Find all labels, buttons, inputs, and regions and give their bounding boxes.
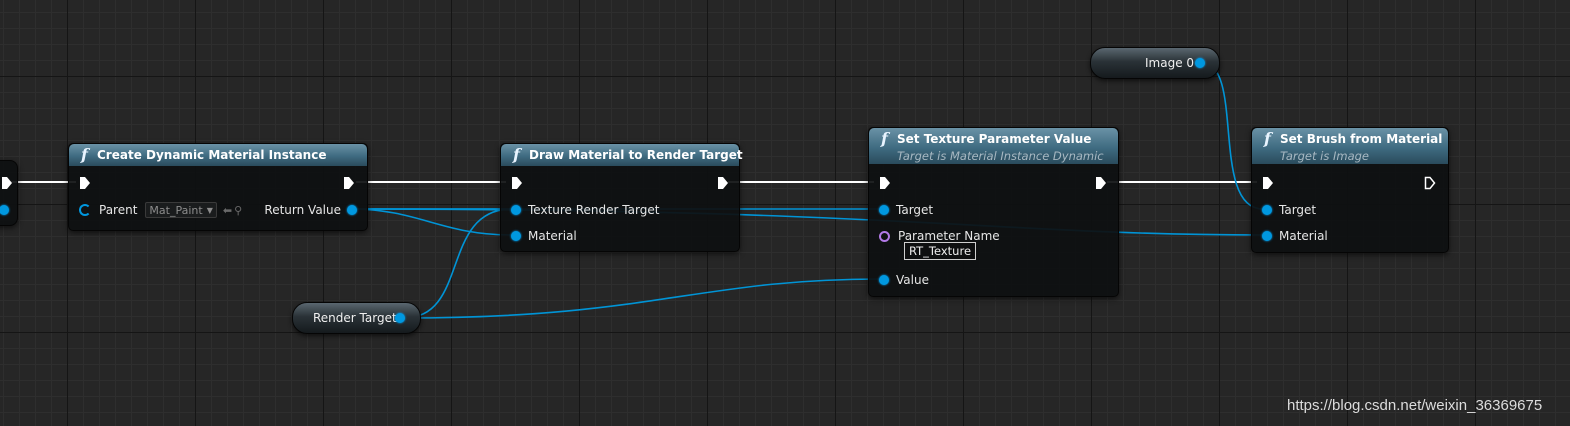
- node-title: Draw Material to Render Target: [529, 148, 743, 162]
- exec-in-pin[interactable]: [511, 176, 523, 190]
- set-texture-parameter-value-node[interactable]: f Set Texture Parameter Value Target is …: [868, 127, 1119, 297]
- node-title: Create Dynamic Material Instance: [97, 148, 327, 162]
- object-pin-icon: [79, 204, 91, 216]
- watermark: https://blog.csdn.net/weixin_36369675: [1287, 397, 1543, 414]
- draw-material-to-render-target-node[interactable]: f Draw Material to Render Target Texture…: [500, 143, 743, 252]
- texture-render-target-pin[interactable]: Texture Render Target: [511, 202, 659, 218]
- exec-in-pin[interactable]: [879, 176, 891, 190]
- material-pin[interactable]: Material: [511, 228, 577, 244]
- parent-pin[interactable]: Parent Mat_Paint ▼ ⬅ ⚲: [79, 202, 242, 218]
- material-pin[interactable]: Material: [1262, 228, 1328, 244]
- target-pin[interactable]: Target: [879, 202, 933, 218]
- pin-label: Parent: [99, 203, 138, 217]
- object-pin-icon[interactable]: [1195, 58, 1205, 68]
- exec-in-pin[interactable]: [79, 176, 91, 190]
- node-header: f Set Texture Parameter Value Target is …: [869, 128, 1118, 164]
- exec-out-pin[interactable]: [717, 176, 729, 190]
- exec-out-pin[interactable]: [1, 176, 13, 190]
- exec-out-pin-unconnected[interactable]: [1424, 176, 1436, 190]
- pin-label: Value: [896, 273, 929, 287]
- value-pin[interactable]: Value: [879, 272, 929, 288]
- node-header: f Set Brush from Material Target is Imag…: [1252, 128, 1448, 164]
- node-header: f Create Dynamic Material Instance: [69, 144, 367, 166]
- data-wire: [403, 278, 881, 319]
- node-subtitle: Target is Image: [1280, 149, 1369, 163]
- data-wire: [349, 208, 1264, 236]
- data-out-pin[interactable]: [0, 202, 9, 218]
- target-pin[interactable]: Target: [1262, 202, 1316, 218]
- object-pin-icon[interactable]: [395, 313, 405, 323]
- object-pin-icon: [1262, 231, 1272, 241]
- variable-label: Image 0: [1145, 56, 1195, 70]
- pin-label: Texture Render Target: [528, 203, 660, 217]
- function-icon: f: [1264, 129, 1271, 148]
- use-selected-arrow-icon[interactable]: ⬅: [223, 204, 232, 217]
- name-pin-icon: [879, 230, 890, 242]
- data-wire: [403, 208, 513, 319]
- node-header: f Draw Material to Render Target: [501, 144, 743, 166]
- exec-out-pin[interactable]: [1095, 176, 1107, 190]
- object-pin-icon: [347, 205, 357, 215]
- object-pin-icon: [879, 275, 889, 285]
- pin-label: Material: [528, 229, 577, 243]
- pin-dot: [0, 205, 9, 215]
- parent-asset-dropdown[interactable]: Mat_Paint ▼: [145, 202, 217, 218]
- object-pin-icon: [511, 231, 521, 241]
- exec-in-pin[interactable]: [1262, 176, 1274, 190]
- variable-label: Render Target: [313, 311, 397, 325]
- parameter-name-input[interactable]: RT_Texture: [904, 242, 977, 260]
- pin-label: Target: [896, 203, 934, 217]
- function-icon: f: [513, 145, 520, 164]
- render-target-variable-node[interactable]: Render Target: [292, 302, 421, 334]
- object-pin-icon: [511, 205, 521, 215]
- browse-search-icon[interactable]: ⚲: [234, 204, 242, 217]
- create-dynamic-material-instance-node[interactable]: f Create Dynamic Material Instance Paren…: [68, 143, 368, 231]
- node-title: Set Texture Parameter Value: [897, 132, 1092, 146]
- object-pin-icon: [1262, 205, 1272, 215]
- pin-label: Material: [1279, 229, 1328, 243]
- chevron-down-icon: ▼: [206, 205, 213, 215]
- offscreen-node[interactable]: [0, 160, 18, 226]
- pin-label: Return Value: [264, 203, 341, 217]
- object-pin-icon: [879, 205, 889, 215]
- set-brush-from-material-node[interactable]: f Set Brush from Material Target is Imag…: [1251, 127, 1449, 253]
- function-icon: f: [81, 145, 88, 164]
- data-wire: [349, 208, 513, 236]
- dropdown-value: Mat_Paint: [149, 203, 203, 217]
- pin-label: Target: [1279, 203, 1317, 217]
- node-title: Set Brush from Material: [1280, 132, 1443, 146]
- pin-label: Parameter Name: [898, 229, 1000, 243]
- function-icon: f: [881, 129, 888, 148]
- node-subtitle: Target is Material Instance Dynamic: [897, 149, 1104, 163]
- exec-out-pin[interactable]: [343, 176, 355, 190]
- image-0-variable-node[interactable]: Image 0: [1090, 47, 1220, 79]
- return-value-pin[interactable]: Return Value: [264, 202, 357, 218]
